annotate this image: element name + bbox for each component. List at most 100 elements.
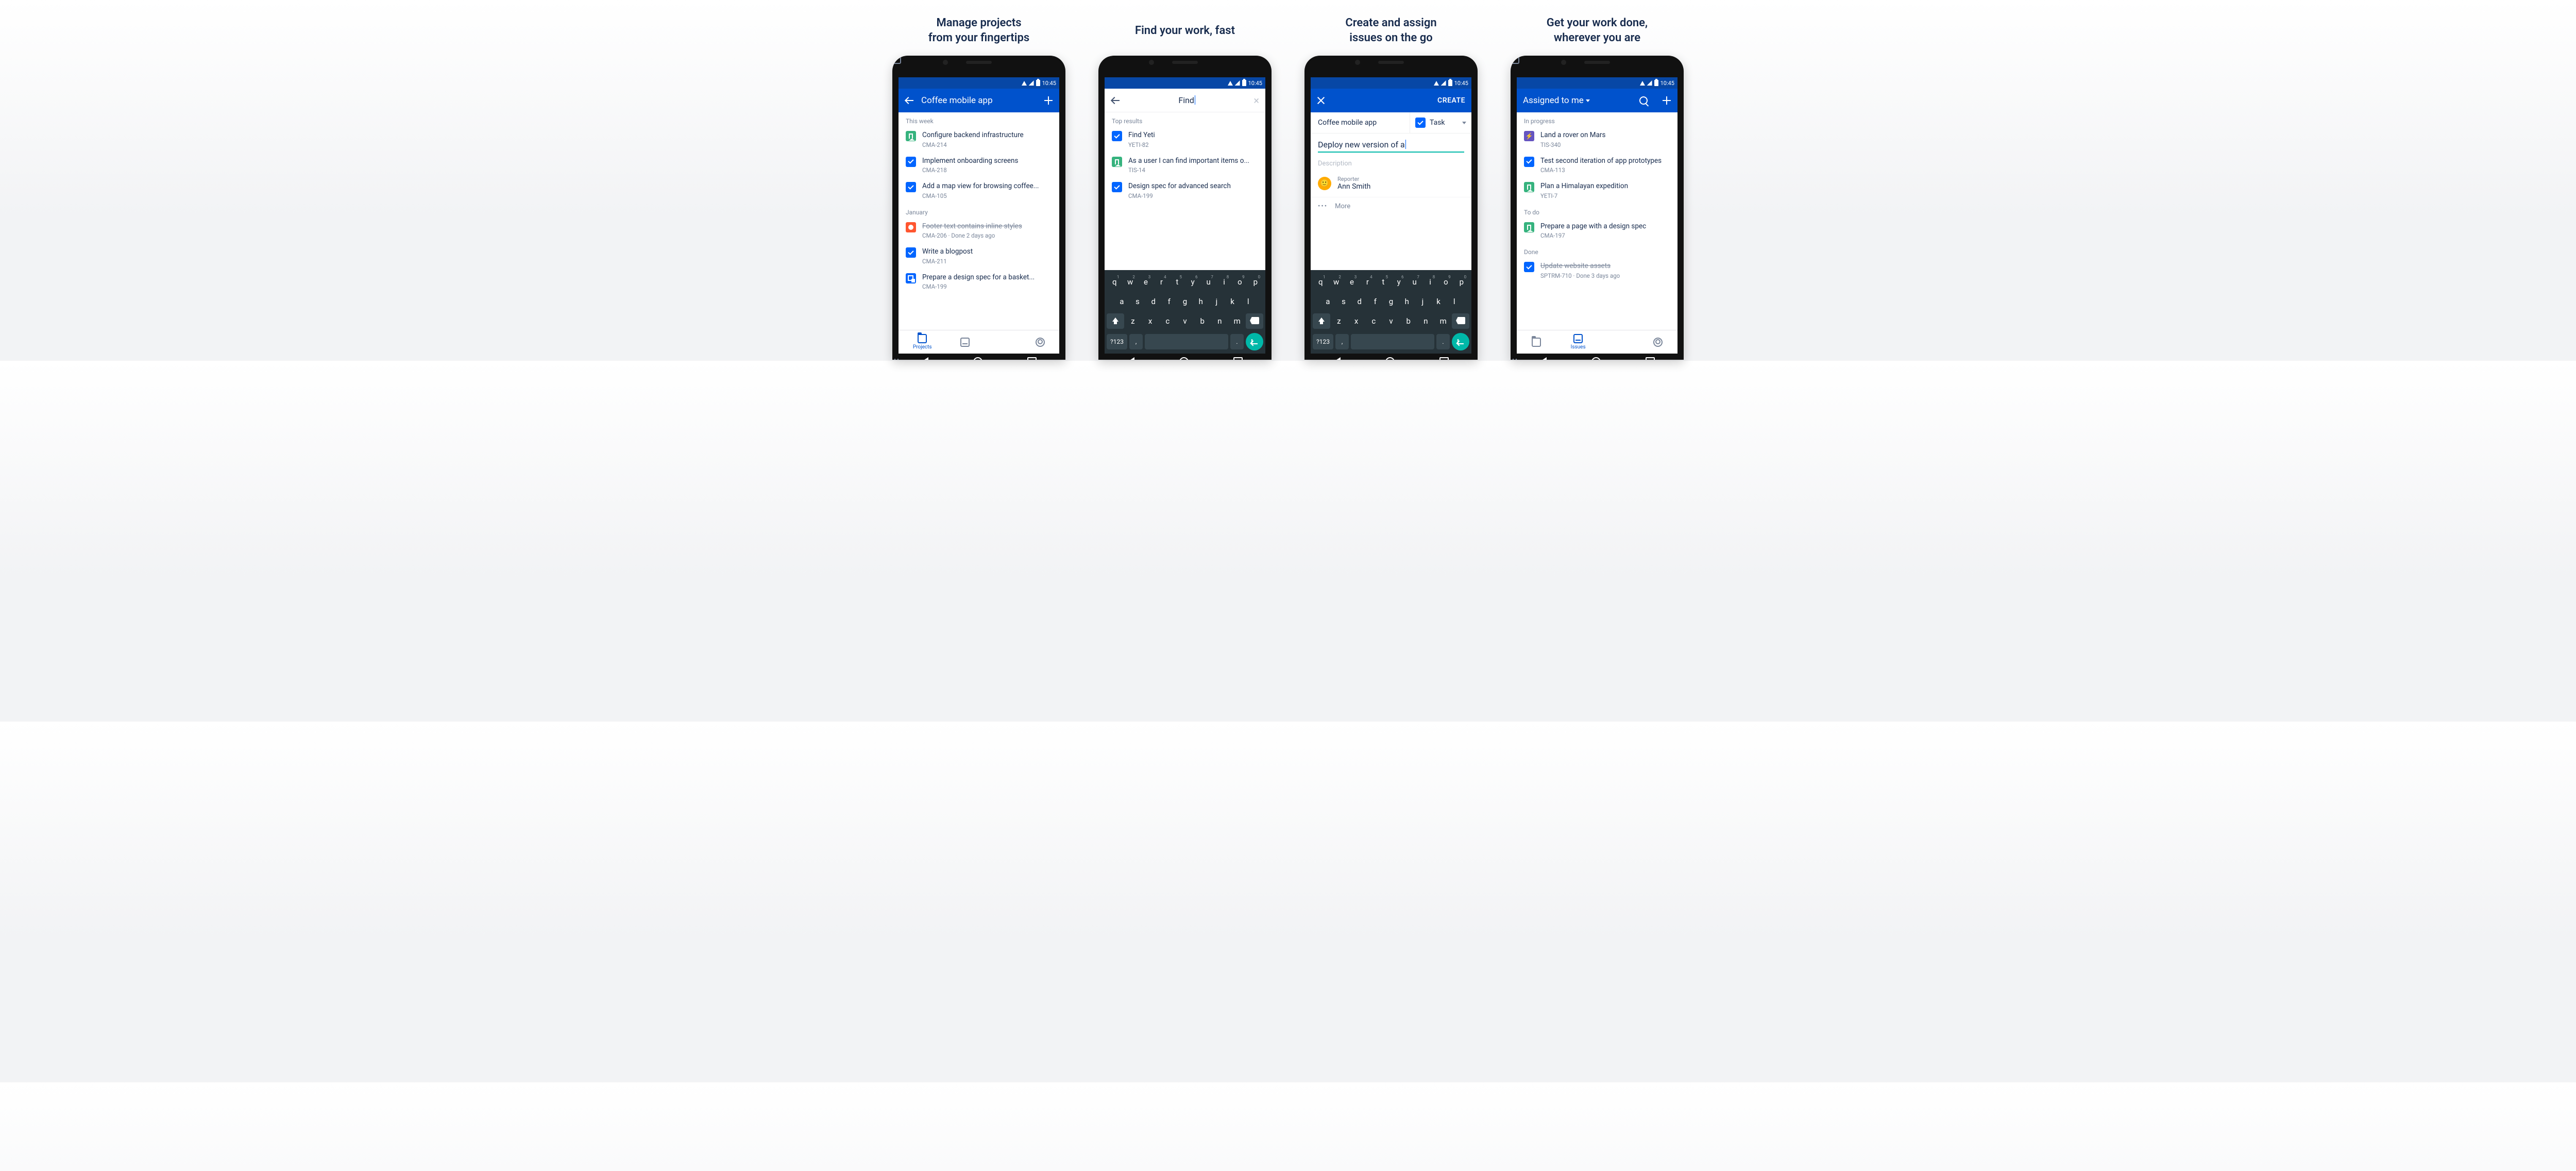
nav-profile[interactable] [1653,338,1663,347]
key-i[interactable]: i8 [1422,274,1438,290]
key-j[interactable]: j [1209,294,1225,309]
nav-issues[interactable] [960,338,970,347]
key-p[interactable]: p0 [1248,274,1263,290]
nav-notifications[interactable] [1615,338,1623,346]
key-w[interactable]: w2 [1122,274,1138,290]
android-home[interactable] [1591,357,1601,360]
key-z[interactable]: z [1330,313,1348,329]
key-q[interactable]: q1 [1313,274,1328,290]
key-i[interactable]: i8 [1216,274,1232,290]
issue-row[interactable]: Plan a Himalayan expeditionYETI-7 [1517,178,1677,204]
android-home[interactable] [1179,357,1189,360]
search-icon[interactable] [1639,96,1648,105]
nav-projects[interactable]: Projects [913,334,932,350]
key-j[interactable]: j [1415,294,1431,309]
add-icon[interactable] [1044,96,1053,105]
android-recent[interactable] [1027,357,1037,360]
key-q[interactable]: q1 [1107,274,1122,290]
key-o[interactable]: o9 [1232,274,1247,290]
android-home[interactable] [973,357,982,360]
key-s[interactable]: s [1336,294,1352,309]
key-w[interactable]: w2 [1328,274,1344,290]
key-e[interactable]: e3 [1344,274,1360,290]
key-h[interactable]: h [1399,294,1415,309]
more-fields[interactable]: •••More [1311,197,1471,215]
key-k[interactable]: k [1431,294,1447,309]
android-back[interactable] [1539,357,1547,360]
key-g[interactable]: g [1383,294,1399,309]
key-comma[interactable]: , [1129,334,1143,349]
key-d[interactable]: d [1145,294,1161,309]
key-a[interactable]: a [1114,294,1130,309]
issue-row[interactable]: Test second iteration of app prototypesC… [1517,153,1677,178]
key-u[interactable]: u7 [1200,274,1216,290]
key-k[interactable]: k [1225,294,1241,309]
key-b[interactable]: b [1194,313,1211,329]
issue-row[interactable]: Footer text contains inline stylesCMA-20… [899,218,1059,244]
create-button[interactable]: CREATE [1437,96,1465,105]
key-enter[interactable] [1452,333,1469,350]
key-comma[interactable]: , [1335,334,1349,349]
key-symbols[interactable]: ?123 [1313,334,1333,349]
issue-row[interactable]: Write a blogpostCMA-211 [899,243,1059,269]
key-r[interactable]: r4 [1360,274,1375,290]
key-g[interactable]: g [1177,294,1193,309]
key-v[interactable]: v [1176,313,1194,329]
key-s[interactable]: s [1130,294,1146,309]
key-p[interactable]: p0 [1454,274,1469,290]
key-f[interactable]: f [1367,294,1383,309]
key-m[interactable]: m [1434,313,1452,329]
key-u[interactable]: u7 [1406,274,1422,290]
search-back-icon[interactable] [1111,96,1120,105]
android-recent[interactable] [1233,357,1243,360]
issue-row[interactable]: Prepare a page with a design specCMA-197 [1517,218,1677,244]
add-icon[interactable] [1662,96,1671,105]
key-a[interactable]: a [1320,294,1336,309]
key-l[interactable]: l [1446,294,1462,309]
issue-row[interactable]: Configure backend infrastructureCMA-214 [899,127,1059,153]
key-y[interactable]: y6 [1185,274,1200,290]
issue-row[interactable]: ⚡Land a rover on MarsTIS-340 [1517,127,1677,153]
key-space[interactable] [1351,334,1434,349]
issue-row[interactable]: Design spec for advanced searchCMA-199 [1105,178,1265,204]
issue-row[interactable]: Implement onboarding screensCMA-218 [899,153,1059,178]
android-recent[interactable] [1646,357,1655,360]
type-selector[interactable]: Task [1410,112,1471,133]
search-input[interactable]: Find [1127,95,1246,105]
back-icon[interactable] [905,96,914,105]
key-space[interactable] [1145,334,1228,349]
key-enter[interactable] [1246,333,1263,350]
reporter-field[interactable]: 🙂 ReporterAnn Smith [1311,168,1471,194]
issue-row[interactable]: Add a map view for browsing coffee...CMA… [899,178,1059,204]
android-recent[interactable] [1439,357,1449,360]
issue-row[interactable]: Prepare a design spec for a basket...CMA… [899,269,1059,295]
key-n[interactable]: n [1211,313,1229,329]
key-x[interactable]: x [1142,313,1159,329]
keyboard[interactable]: q1w2e3r4t5y6u7i8o9p0 asdfghjkl zxcvbnm ?… [1311,270,1471,354]
key-c[interactable]: c [1159,313,1176,329]
key-c[interactable]: c [1365,313,1382,329]
key-period[interactable]: . [1436,334,1450,349]
description-input[interactable]: Description [1318,160,1464,168]
key-m[interactable]: m [1228,313,1246,329]
issue-row[interactable]: As a user I can find important items o..… [1105,153,1265,178]
issue-row[interactable]: Find YetiYETI-82 [1105,127,1265,153]
key-v[interactable]: v [1382,313,1400,329]
key-o[interactable]: o9 [1438,274,1453,290]
key-n[interactable]: n [1417,313,1435,329]
key-x[interactable]: x [1348,313,1365,329]
clear-icon[interactable]: × [1253,94,1259,107]
key-z[interactable]: z [1124,313,1142,329]
key-t[interactable]: t5 [1376,274,1391,290]
key-t[interactable]: t5 [1170,274,1185,290]
key-h[interactable]: h [1193,294,1209,309]
android-back[interactable] [1333,357,1341,360]
issue-row[interactable]: Update website assetsSPTRM-710 · Done 3 … [1517,258,1677,283]
project-selector[interactable]: Coffee mobile app [1311,112,1410,133]
key-e[interactable]: e3 [1138,274,1154,290]
key-d[interactable]: d [1351,294,1367,309]
key-period[interactable]: . [1230,334,1244,349]
nav-issues[interactable]: Issues [1571,334,1586,350]
android-home[interactable] [1385,357,1395,360]
close-icon[interactable] [1317,96,1325,105]
